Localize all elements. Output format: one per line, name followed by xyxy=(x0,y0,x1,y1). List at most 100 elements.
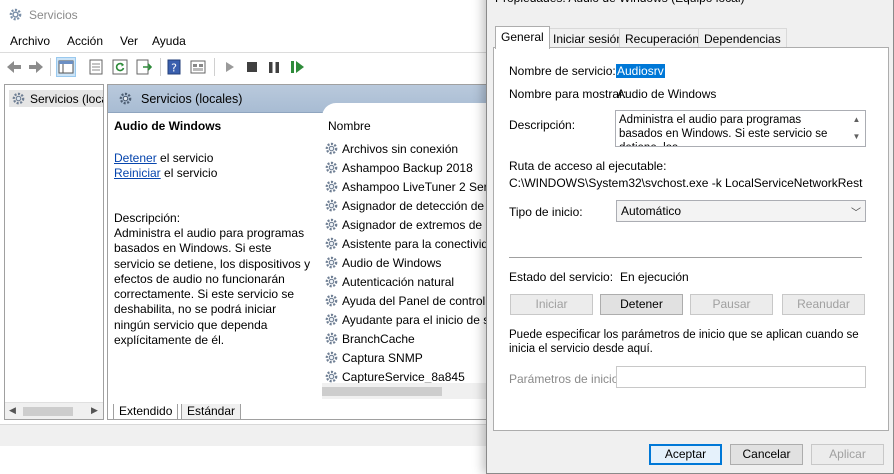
service-row-label: BranchCache xyxy=(342,331,415,346)
tab-general[interactable]: General xyxy=(495,26,550,49)
service-row-label: Ayudante para el inicio de s xyxy=(342,312,490,327)
service-row[interactable]: Ayuda del Panel de control xyxy=(324,291,498,310)
menu-accion[interactable]: Acción xyxy=(67,34,103,48)
description-scrollbar[interactable]: ▲ ▼ xyxy=(848,111,865,146)
pause-icon[interactable] xyxy=(264,57,284,77)
startup-type-label: Tipo de inicio: xyxy=(509,205,583,219)
service-row[interactable]: Asistente para la conectivid xyxy=(324,234,498,253)
tab-recuperacion[interactable]: Recuperación xyxy=(619,28,706,48)
tree-horizontal-scrollbar[interactable]: ◀ ▶ xyxy=(5,402,103,419)
service-row[interactable]: Autenticación natural xyxy=(324,272,498,291)
service-gear-icon xyxy=(325,237,338,250)
tab-dependencias[interactable]: Dependencias xyxy=(698,28,787,48)
scroll-down-icon[interactable]: ▼ xyxy=(853,130,861,144)
service-row-label: Captura SNMP xyxy=(342,350,423,365)
column-header-name[interactable]: Nombre xyxy=(328,119,371,133)
stop-icon[interactable] xyxy=(242,57,262,77)
tab-extendido[interactable]: Extendido xyxy=(113,404,179,420)
menu-ayuda[interactable]: Ayuda xyxy=(152,34,186,48)
start-parameters-hint: Puede especificar los parámetros de inic… xyxy=(509,329,859,355)
tree-item-label: Servicios (locales) xyxy=(30,91,103,106)
services-gear-icon xyxy=(9,8,22,21)
restart-icon[interactable] xyxy=(288,57,308,77)
services-list: Nombre Archivos sin conexión Ashampoo Ba… xyxy=(322,103,498,399)
general-tab-panel: Nombre de servicio: Audiosrv Nombre para… xyxy=(493,47,889,431)
menu-archivo[interactable]: Archivo xyxy=(10,34,50,48)
show-hide-icon[interactable] xyxy=(188,57,208,77)
display-name-label: Nombre para mostrar: xyxy=(509,87,627,101)
tree-item-services-local[interactable]: Servicios (locales) xyxy=(9,90,103,107)
restart-service-link[interactable]: Reiniciar xyxy=(114,166,161,180)
service-row[interactable]: Ashampoo Backup 2018 xyxy=(324,158,498,177)
service-row-label: Ayuda del Panel de control xyxy=(342,293,486,308)
service-row[interactable]: Asignador de detección de xyxy=(324,196,498,215)
list-scroll-thumb[interactable] xyxy=(322,387,442,396)
tab-estandar[interactable]: Estándar xyxy=(181,404,242,420)
forward-arrow-icon[interactable] xyxy=(26,57,46,77)
path-value[interactable]: C:\WINDOWS\System32\svchost.exe -k Local… xyxy=(509,176,863,190)
stop-button[interactable]: Detener xyxy=(600,294,683,315)
service-row-label: Asignador de detección de xyxy=(342,198,485,213)
service-gear-icon xyxy=(325,332,338,345)
play-icon[interactable] xyxy=(220,57,240,77)
display-name-value[interactable]: Audio de Windows xyxy=(617,87,716,101)
service-row-label: Asignador de extremos de R xyxy=(342,217,495,232)
tree-scroll-thumb[interactable] xyxy=(23,407,73,416)
stop-action: Detener el servicio xyxy=(114,151,312,166)
service-name-value[interactable]: Audiosrv xyxy=(616,64,665,78)
service-row-label: Ashampoo LiveTuner 2 Serv xyxy=(342,179,494,194)
service-row[interactable]: Ashampoo LiveTuner 2 Serv xyxy=(324,177,498,196)
scroll-up-icon[interactable]: ▲ xyxy=(853,113,861,127)
service-row[interactable]: Asignador de extremos de R xyxy=(324,215,498,234)
description-textarea[interactable]: Administra el audio para programas basad… xyxy=(615,110,866,147)
scroll-left-icon[interactable]: ◀ xyxy=(9,405,16,416)
service-row-label: Asistente para la conectivid xyxy=(342,236,489,251)
service-row[interactable]: Captura SNMP xyxy=(324,348,498,367)
console-tree-icon[interactable] xyxy=(56,57,76,77)
service-gear-icon xyxy=(325,351,338,364)
startup-type-select[interactable]: Automático ﹀ xyxy=(616,200,866,222)
divider xyxy=(509,257,862,258)
service-gear-icon xyxy=(325,370,338,383)
back-arrow-icon[interactable] xyxy=(4,57,24,77)
service-gear-icon xyxy=(325,294,338,307)
resume-button[interactable]: Reanudar xyxy=(782,294,865,315)
description-textarea-text: Administra el audio para programas basad… xyxy=(619,114,828,146)
console-tree: Servicios (locales) ◀ ▶ xyxy=(4,84,104,420)
service-status-label: Estado del servicio: xyxy=(509,270,614,284)
scroll-right-icon[interactable]: ▶ xyxy=(91,405,98,416)
service-row-label: Autenticación natural xyxy=(342,274,455,289)
service-status-value: En ejecución xyxy=(620,270,689,284)
service-row-label: Ashampoo Backup 2018 xyxy=(342,160,473,175)
list-horizontal-scrollbar[interactable] xyxy=(322,383,498,399)
apply-button[interactable]: Aplicar xyxy=(811,444,884,465)
restart-action: Reiniciar el servicio xyxy=(114,166,312,181)
service-row[interactable]: Ayudante para el inicio de s xyxy=(324,310,498,329)
startup-type-value: Automático xyxy=(621,204,682,218)
cancel-button[interactable]: Cancelar xyxy=(730,444,803,465)
description-label: Descripción: xyxy=(509,118,576,132)
service-gear-icon xyxy=(325,313,338,326)
selected-service-name: Audio de Windows xyxy=(114,119,222,133)
service-gear-icon xyxy=(325,142,338,155)
ok-button[interactable]: Aceptar xyxy=(649,444,722,465)
menu-ver[interactable]: Ver xyxy=(120,34,138,48)
pause-button[interactable]: Pausar xyxy=(690,294,773,315)
service-name-label: Nombre de servicio: xyxy=(509,64,616,78)
help-icon[interactable]: ? xyxy=(164,57,184,77)
service-row[interactable]: BranchCache xyxy=(324,329,498,348)
path-label: Ruta de acceso al ejecutable: xyxy=(509,159,667,173)
export-list-icon[interactable] xyxy=(134,57,154,77)
stop-service-link[interactable]: Detener xyxy=(114,151,157,165)
service-rows: Archivos sin conexión Ashampoo Backup 20… xyxy=(324,139,498,386)
detail-header-title: Servicios (locales) xyxy=(141,91,243,106)
tab-iniciar-sesion[interactable]: Iniciar sesión xyxy=(547,28,630,48)
service-row[interactable]: Archivos sin conexión xyxy=(324,139,498,158)
start-parameters-input[interactable] xyxy=(616,366,866,388)
refresh-icon[interactable] xyxy=(110,57,130,77)
start-button[interactable]: Iniciar xyxy=(510,294,593,315)
service-row-selected[interactable]: Audio de Windows xyxy=(324,253,498,272)
service-gear-icon xyxy=(325,161,338,174)
services-gear-icon xyxy=(119,92,132,105)
properties-sheet-icon[interactable] xyxy=(86,57,106,77)
